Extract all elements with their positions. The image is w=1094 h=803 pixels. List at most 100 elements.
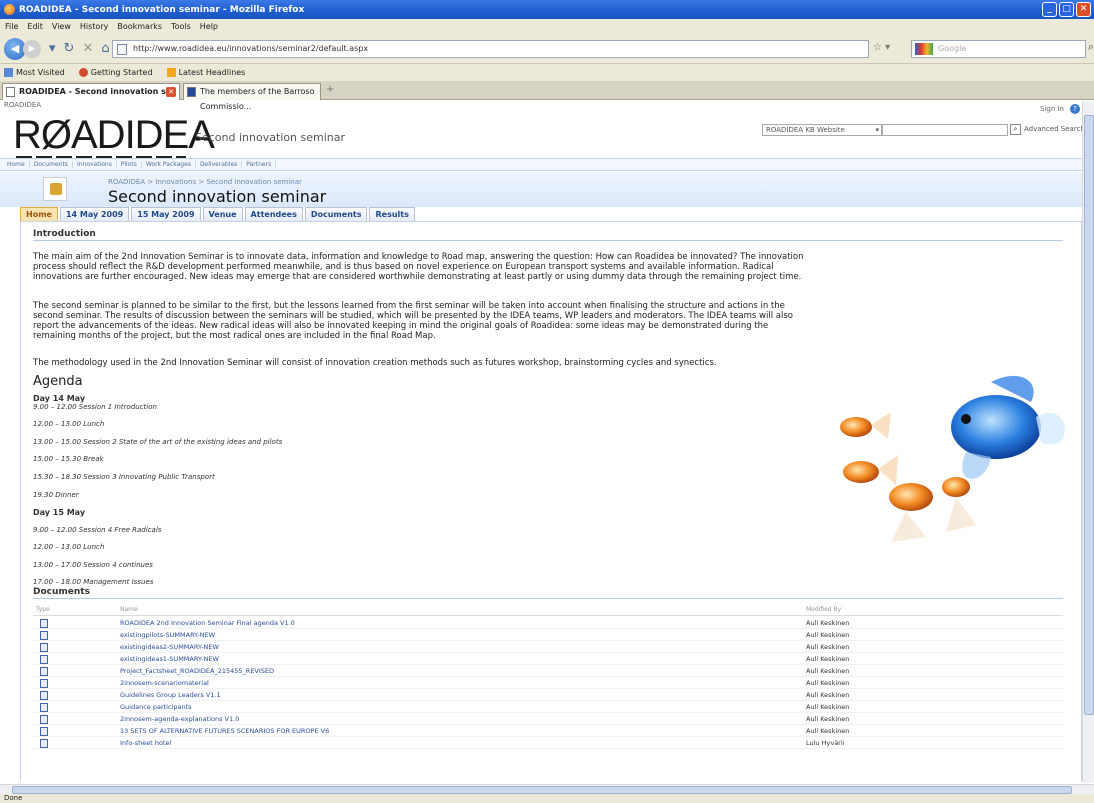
site-search-icon[interactable]: ⌕ xyxy=(1010,124,1021,135)
table-row[interactable]: Info-sheet hotel Lulu Hyvärii xyxy=(33,737,1063,749)
rss-icon xyxy=(166,68,176,77)
document-icon xyxy=(40,691,48,700)
tab-results[interactable]: Results xyxy=(369,207,415,221)
tab-14-may[interactable]: 14 May 2009 xyxy=(59,207,130,221)
bookmark-latest-headlines[interactable]: Latest Headlines xyxy=(166,68,245,77)
url-text: http://www.roadidea.eu/innovations/semin… xyxy=(133,44,369,53)
introduction-heading: Introduction xyxy=(33,229,1063,241)
tab-label: ROADIDEA - Second innovation s... xyxy=(19,87,176,96)
dropdown-history-icon[interactable]: ▾ xyxy=(49,41,56,56)
modified-by: Auli Keskinen xyxy=(806,703,850,711)
minimize-button[interactable]: _ xyxy=(1042,2,1057,17)
browser-tab-roadidea[interactable]: ROADIDEA - Second innovation s... ✕ xyxy=(2,83,180,100)
table-row[interactable]: 2innosem-scenariomaterial Auli Keskinen xyxy=(33,677,1063,689)
nav-pilots[interactable]: Pilots xyxy=(117,161,142,168)
document-icon xyxy=(40,739,48,748)
table-row[interactable]: existingideas2-SUMMARY-NEW Auli Keskinen xyxy=(33,641,1063,653)
home-icon[interactable]: ⌂ xyxy=(101,41,109,56)
bookmark-icon xyxy=(4,68,13,77)
menu-tools[interactable]: Tools xyxy=(171,22,191,31)
document-link[interactable]: Guidelines Group Leaders V1.1 xyxy=(120,691,221,699)
col-modified-by[interactable]: Modified By xyxy=(806,606,841,613)
col-type[interactable]: Type xyxy=(36,606,50,613)
new-tab-icon[interactable]: + xyxy=(326,84,334,95)
browser-tab-barroso[interactable]: The members of the Barroso Commissio... xyxy=(183,83,321,111)
close-tab-icon[interactable]: ✕ xyxy=(166,87,176,97)
stop-icon[interactable]: ✕ xyxy=(82,41,93,56)
modified-by: Auli Keskinen xyxy=(806,667,850,675)
search-scope-select[interactable]: ROADIDEA KB Website ▾ xyxy=(762,124,883,136)
table-row[interactable]: Guidance participants Auli Keskinen xyxy=(33,701,1063,713)
bookmark-star-icon[interactable]: ☆ ▾ xyxy=(873,42,890,53)
document-icon xyxy=(40,667,48,676)
bookmark-label: Getting Started xyxy=(90,68,153,77)
scrollbar-thumb[interactable] xyxy=(12,786,1072,794)
modified-by: Auli Keskinen xyxy=(806,619,850,627)
scrollbar-thumb[interactable] xyxy=(1084,115,1094,715)
sign-in-link[interactable]: Sign In xyxy=(1040,105,1064,113)
menu-history[interactable]: History xyxy=(80,22,108,31)
table-row[interactable]: 2innosem-agenda-explanations V1.0 Auli Ke… xyxy=(33,713,1063,725)
tab-attendees[interactable]: Attendees xyxy=(244,207,303,221)
table-row[interactable]: ROADIDEA 2nd Innovation Seminar Final ag… xyxy=(33,617,1063,629)
nav-documents[interactable]: Documents xyxy=(30,161,73,168)
col-name[interactable]: Name xyxy=(120,606,138,613)
tab-15-may[interactable]: 15 May 2009 xyxy=(131,207,201,221)
nav-home[interactable]: Home xyxy=(3,161,30,168)
breadcrumb[interactable]: ROADIDEA > Innovations > Second innovati… xyxy=(108,178,302,186)
menu-view[interactable]: View xyxy=(52,22,71,31)
site-crumb[interactable]: ROADIDEA xyxy=(0,101,1080,111)
site-search-input[interactable] xyxy=(881,124,1008,136)
horizontal-scrollbar[interactable] xyxy=(0,784,1094,794)
menu-help[interactable]: Help xyxy=(200,22,218,31)
page-icon xyxy=(117,44,127,55)
modified-by: Auli Keskinen xyxy=(806,715,850,723)
tab-documents[interactable]: Documents xyxy=(304,207,368,221)
table-row[interactable]: Project_Factsheet_ROADIDEA_215455_REVISE… xyxy=(33,665,1063,677)
nav-innovations[interactable]: Innovations xyxy=(73,161,117,168)
forward-button[interactable]: ▶ xyxy=(23,39,41,58)
table-row[interactable]: existingpilots-SUMMARY-NEW Auli Keskinen xyxy=(33,629,1063,641)
document-link[interactable]: 2innosem-scenariomaterial xyxy=(120,679,209,687)
vertical-scrollbar[interactable] xyxy=(1082,101,1094,783)
agenda-item: 9.00 – 12.00 Session 1 Introduction xyxy=(33,403,157,411)
menu-bookmarks[interactable]: Bookmarks xyxy=(117,22,162,31)
document-link[interactable]: existingpilots-SUMMARY-NEW xyxy=(120,631,215,639)
document-link[interactable]: Guidance participants xyxy=(120,703,192,711)
search-icon[interactable]: ⌕ xyxy=(1088,40,1094,54)
sign-in[interactable]: Sign In? xyxy=(1040,104,1080,114)
help-icon[interactable]: ? xyxy=(1070,104,1080,114)
document-link[interactable]: ROADIDEA 2nd Innovation Seminar Final ag… xyxy=(120,619,295,627)
close-button[interactable]: ✕ xyxy=(1076,2,1091,17)
intro-paragraph-3: The methodology used in the 2nd Innovati… xyxy=(33,358,717,368)
tab-venue[interactable]: Venue xyxy=(202,207,243,221)
nav-work-packages[interactable]: Work Packages xyxy=(142,161,196,168)
url-bar[interactable]: http://www.roadidea.eu/innovations/semin… xyxy=(112,40,869,58)
advanced-search-link[interactable]: Advanced Search xyxy=(1024,125,1085,133)
maximize-button[interactable]: □ xyxy=(1059,2,1074,17)
document-icon xyxy=(40,703,48,712)
bookmark-most-visited[interactable]: Most Visited xyxy=(4,68,65,77)
menu-file[interactable]: File xyxy=(5,22,18,31)
agenda-item: 12.00 – 13.00 Lunch xyxy=(33,420,105,428)
agenda-item: 13.00 – 17.00 Session 4 continues xyxy=(33,561,153,569)
document-link[interactable]: existingideas1-SUMMARY-NEW xyxy=(120,655,219,663)
document-link[interactable]: Info-sheet hotel xyxy=(120,739,171,747)
table-row[interactable]: existingideas1-SUMMARY-NEW Auli Keskinen xyxy=(33,653,1063,665)
document-link[interactable]: 2innosem-agenda-explanations V1.0 xyxy=(120,715,239,723)
document-link[interactable]: 13 SETS OF ALTERNATIVE FUTURES SCENARIOS… xyxy=(120,727,329,735)
search-box[interactable]: Google xyxy=(911,40,1086,58)
menu-edit[interactable]: Edit xyxy=(27,22,43,31)
table-row[interactable]: Guidelines Group Leaders V1.1 Auli Keskin… xyxy=(33,689,1063,701)
table-row[interactable]: 13 SETS OF ALTERNATIVE FUTURES SCENARIOS… xyxy=(33,725,1063,737)
nav-partners[interactable]: Partners xyxy=(242,161,277,168)
tab-home[interactable]: Home xyxy=(20,207,58,221)
bookmark-getting-started[interactable]: Getting Started xyxy=(78,68,153,77)
document-link[interactable]: existingideas2-SUMMARY-NEW xyxy=(120,643,219,651)
reload-icon[interactable]: ↻ xyxy=(64,41,75,56)
document-icon xyxy=(40,643,48,652)
document-link[interactable]: Project_Factsheet_ROADIDEA_215455_REVISE… xyxy=(120,667,274,675)
site-logo[interactable]: RØADIDEA xyxy=(13,115,215,155)
nav-deliverables[interactable]: Deliverables xyxy=(196,161,243,168)
menu-bar: File Edit View History Bookmarks Tools H… xyxy=(0,19,1094,34)
